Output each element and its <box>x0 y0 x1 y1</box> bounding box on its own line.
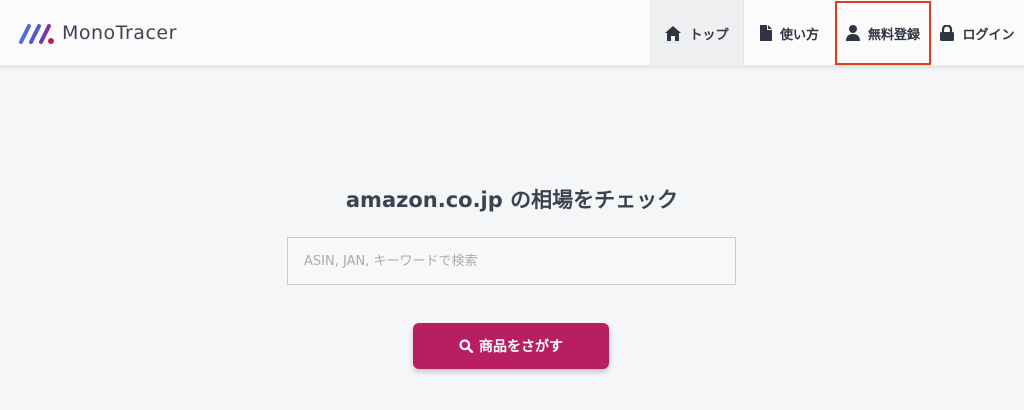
main-nav: トップ 使い方 無料登録 ログイン <box>650 0 1024 66</box>
nav-item-top[interactable]: トップ <box>650 0 744 66</box>
site-header: MonoTracer トップ 使い方 無料登録 ログイン <box>0 0 1024 66</box>
nav-item-guide[interactable]: 使い方 <box>744 0 835 66</box>
document-icon <box>759 25 772 41</box>
user-icon <box>845 25 860 41</box>
page-title: amazon.co.jp の相場をチェック <box>345 188 679 212</box>
nav-item-register[interactable]: 無料登録 <box>835 1 931 65</box>
logo-mark-icon <box>19 24 54 44</box>
logo[interactable]: MonoTracer <box>18 18 177 48</box>
home-icon <box>665 25 682 41</box>
search-input[interactable] <box>287 237 736 285</box>
search-button[interactable]: 商品をさがす <box>413 323 609 369</box>
nav-item-label: 使い方 <box>779 27 819 43</box>
nav-item-label: トップ <box>689 27 729 43</box>
logo-text: MonoTracer <box>62 22 177 44</box>
nav-item-label: 無料登録 <box>867 27 920 43</box>
lock-icon <box>940 25 955 41</box>
nav-item-label: ログイン <box>962 27 1015 43</box>
nav-item-login[interactable]: ログイン <box>931 0 1024 66</box>
search-button-label: 商品をさがす <box>479 339 563 355</box>
search-icon <box>459 339 473 353</box>
